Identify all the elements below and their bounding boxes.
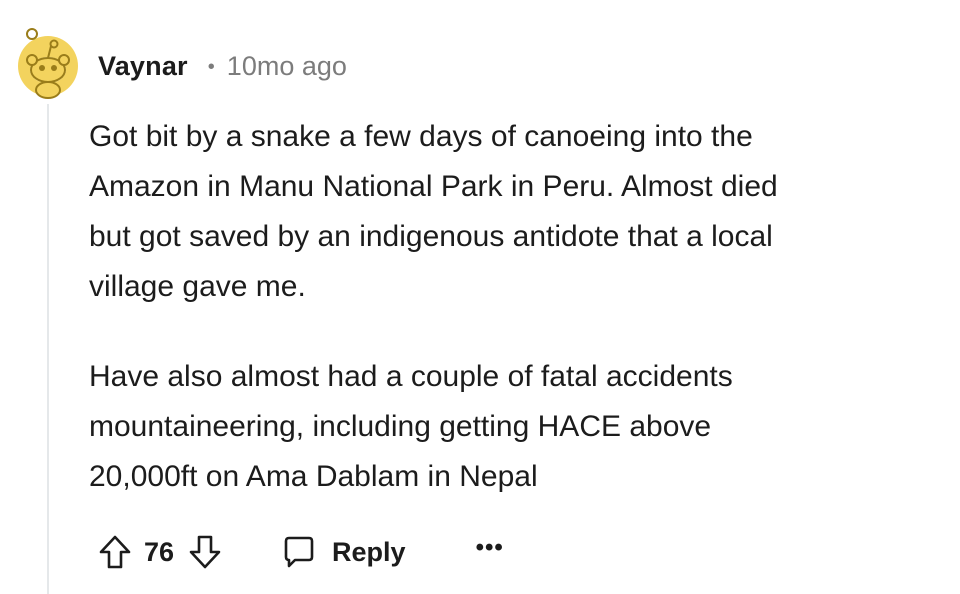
arrow-down-icon xyxy=(189,535,221,569)
vote-count: 76 xyxy=(144,536,175,567)
user-avatar[interactable] xyxy=(18,26,78,104)
ellipsis-icon: ••• xyxy=(475,534,504,561)
more-options-button[interactable]: ••• xyxy=(476,534,504,562)
comment-body: Got bit by a snake a few days of canoein… xyxy=(89,112,929,542)
comment-paragraph: Have also almost had a couple of fatal a… xyxy=(89,360,733,493)
comment-actions: 76 Reply ••• xyxy=(96,524,504,580)
arrow-up-icon xyxy=(99,535,131,569)
comment-header: Vaynar • 10mo ago xyxy=(98,46,347,86)
reply-button[interactable]: Reply xyxy=(280,533,406,571)
username[interactable]: Vaynar xyxy=(98,51,188,82)
meta-separator: • xyxy=(207,55,215,78)
snoo-avatar-icon xyxy=(18,28,78,99)
comment-paragraph: Got bit by a snake a few days of canoein… xyxy=(89,120,778,303)
reply-label: Reply xyxy=(332,536,406,567)
thread-line[interactable] xyxy=(47,104,49,594)
upvote-button[interactable] xyxy=(96,533,134,571)
timestamp[interactable]: 10mo ago xyxy=(227,51,347,82)
downvote-button[interactable] xyxy=(186,533,224,571)
speech-bubble-icon xyxy=(284,536,314,568)
